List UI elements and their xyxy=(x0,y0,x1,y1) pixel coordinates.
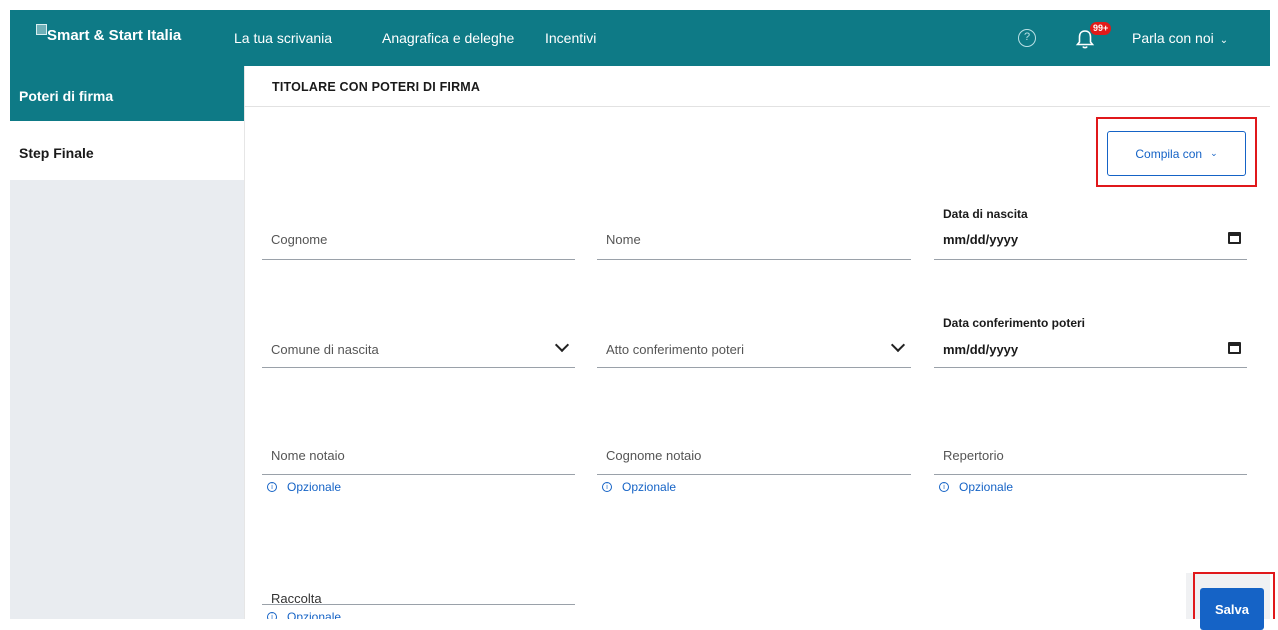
talk-label: Parla con noi xyxy=(1132,30,1214,46)
talk-menu[interactable]: Parla con noi ⌄ xyxy=(1132,30,1228,46)
brand-name: Smart & Start Italia xyxy=(47,27,182,44)
repertorio-placeholder: Repertorio xyxy=(943,448,1004,463)
highlight-box xyxy=(1096,117,1257,187)
chevron-down-icon xyxy=(554,337,570,353)
info-icon: i xyxy=(267,482,277,492)
optional-hint-text: Opzionale xyxy=(287,610,342,619)
optional-hint-text: Opzionale xyxy=(622,480,677,494)
nav-item-scrivania[interactable]: La tua scrivania xyxy=(234,30,332,46)
notification-badge: 99+ xyxy=(1090,22,1112,35)
cognome-notaio-field[interactable]: Cognome notaio i Opzionale xyxy=(597,430,911,500)
divider xyxy=(244,106,1270,107)
data-nascita-field[interactable]: Data di nascita mm/dd/yyyy xyxy=(934,200,1247,262)
input-underline xyxy=(262,474,575,475)
optional-hint: i Opzionale xyxy=(939,480,1013,494)
cognome-notaio-placeholder: Cognome notaio xyxy=(606,448,702,463)
atto-conferimento-placeholder: Atto conferimento poteri xyxy=(606,342,745,357)
calendar-icon[interactable] xyxy=(1228,232,1241,244)
sidebar-item-label: Poteri di firma xyxy=(19,88,114,104)
nome-notaio-field[interactable]: Nome notaio i Opzionale xyxy=(262,430,575,500)
optional-hint: i Opzionale xyxy=(602,480,676,494)
atto-conferimento-select[interactable]: Atto conferimento poteri xyxy=(597,310,911,370)
top-navbar: Smart & Start Italia La tua scrivania An… xyxy=(10,10,1270,66)
sidebar-item-step-finale[interactable]: Step Finale xyxy=(10,121,244,180)
optional-hint-text: Opzionale xyxy=(287,480,342,494)
input-underline xyxy=(597,474,911,475)
sidebar-background xyxy=(10,180,244,619)
highlight-box xyxy=(1193,572,1275,619)
nav-item-anagrafica[interactable]: Anagrafica e deleghe xyxy=(382,30,514,46)
info-icon: i xyxy=(939,482,949,492)
input-underline xyxy=(262,367,575,368)
input-underline xyxy=(597,259,911,260)
question-circle-icon[interactable]: ? xyxy=(1018,29,1036,47)
input-underline xyxy=(934,259,1247,260)
input-underline xyxy=(262,604,575,605)
input-underline xyxy=(597,367,911,368)
data-conferimento-value: mm/dd/yyyy xyxy=(943,342,1019,357)
data-nascita-label: Data di nascita xyxy=(943,207,1028,221)
chevron-down-icon: ⌄ xyxy=(1219,35,1229,46)
sidebar-item-label: Step Finale xyxy=(19,145,94,161)
repertorio-field[interactable]: Repertorio i Opzionale xyxy=(934,430,1247,500)
optional-hint: i Opzionale xyxy=(267,610,341,619)
optional-hint-text: Opzionale xyxy=(959,480,1014,494)
optional-hint: i Opzionale xyxy=(267,480,341,494)
divider xyxy=(244,66,245,619)
data-conferimento-label: Data conferimento poteri xyxy=(943,316,1086,330)
nome-field[interactable]: Nome xyxy=(597,200,911,262)
section-title: TITOLARE CON POTERI DI FIRMA xyxy=(272,80,481,94)
input-underline xyxy=(934,367,1247,368)
sidebar-item-poteri-di-firma[interactable]: Poteri di firma xyxy=(10,66,244,121)
data-conferimento-field[interactable]: Data conferimento poteri mm/dd/yyyy xyxy=(934,310,1247,370)
nome-placeholder: Nome xyxy=(606,232,641,247)
calendar-icon[interactable] xyxy=(1228,342,1241,354)
nav-item-incentivi[interactable]: Incentivi xyxy=(545,30,596,46)
comune-nascita-select[interactable]: Comune di nascita xyxy=(262,310,575,370)
broken-image-icon xyxy=(36,24,47,35)
input-underline xyxy=(262,259,575,260)
data-nascita-value: mm/dd/yyyy xyxy=(943,232,1019,247)
info-icon: i xyxy=(602,482,612,492)
chevron-down-icon xyxy=(890,337,906,353)
cognome-placeholder: Cognome xyxy=(271,232,328,247)
brand-logo[interactable]: Smart & Start Italia xyxy=(36,24,182,44)
comune-nascita-placeholder: Comune di nascita xyxy=(271,342,379,357)
input-underline xyxy=(934,474,1247,475)
cognome-field[interactable]: Cognome xyxy=(262,200,575,262)
nome-notaio-placeholder: Nome notaio xyxy=(271,448,345,463)
info-icon: i xyxy=(267,612,277,619)
app-root: Smart & Start Italia La tua scrivania An… xyxy=(0,0,1278,630)
raccolta-field[interactable]: Raccolta i Opzionale xyxy=(262,583,575,619)
